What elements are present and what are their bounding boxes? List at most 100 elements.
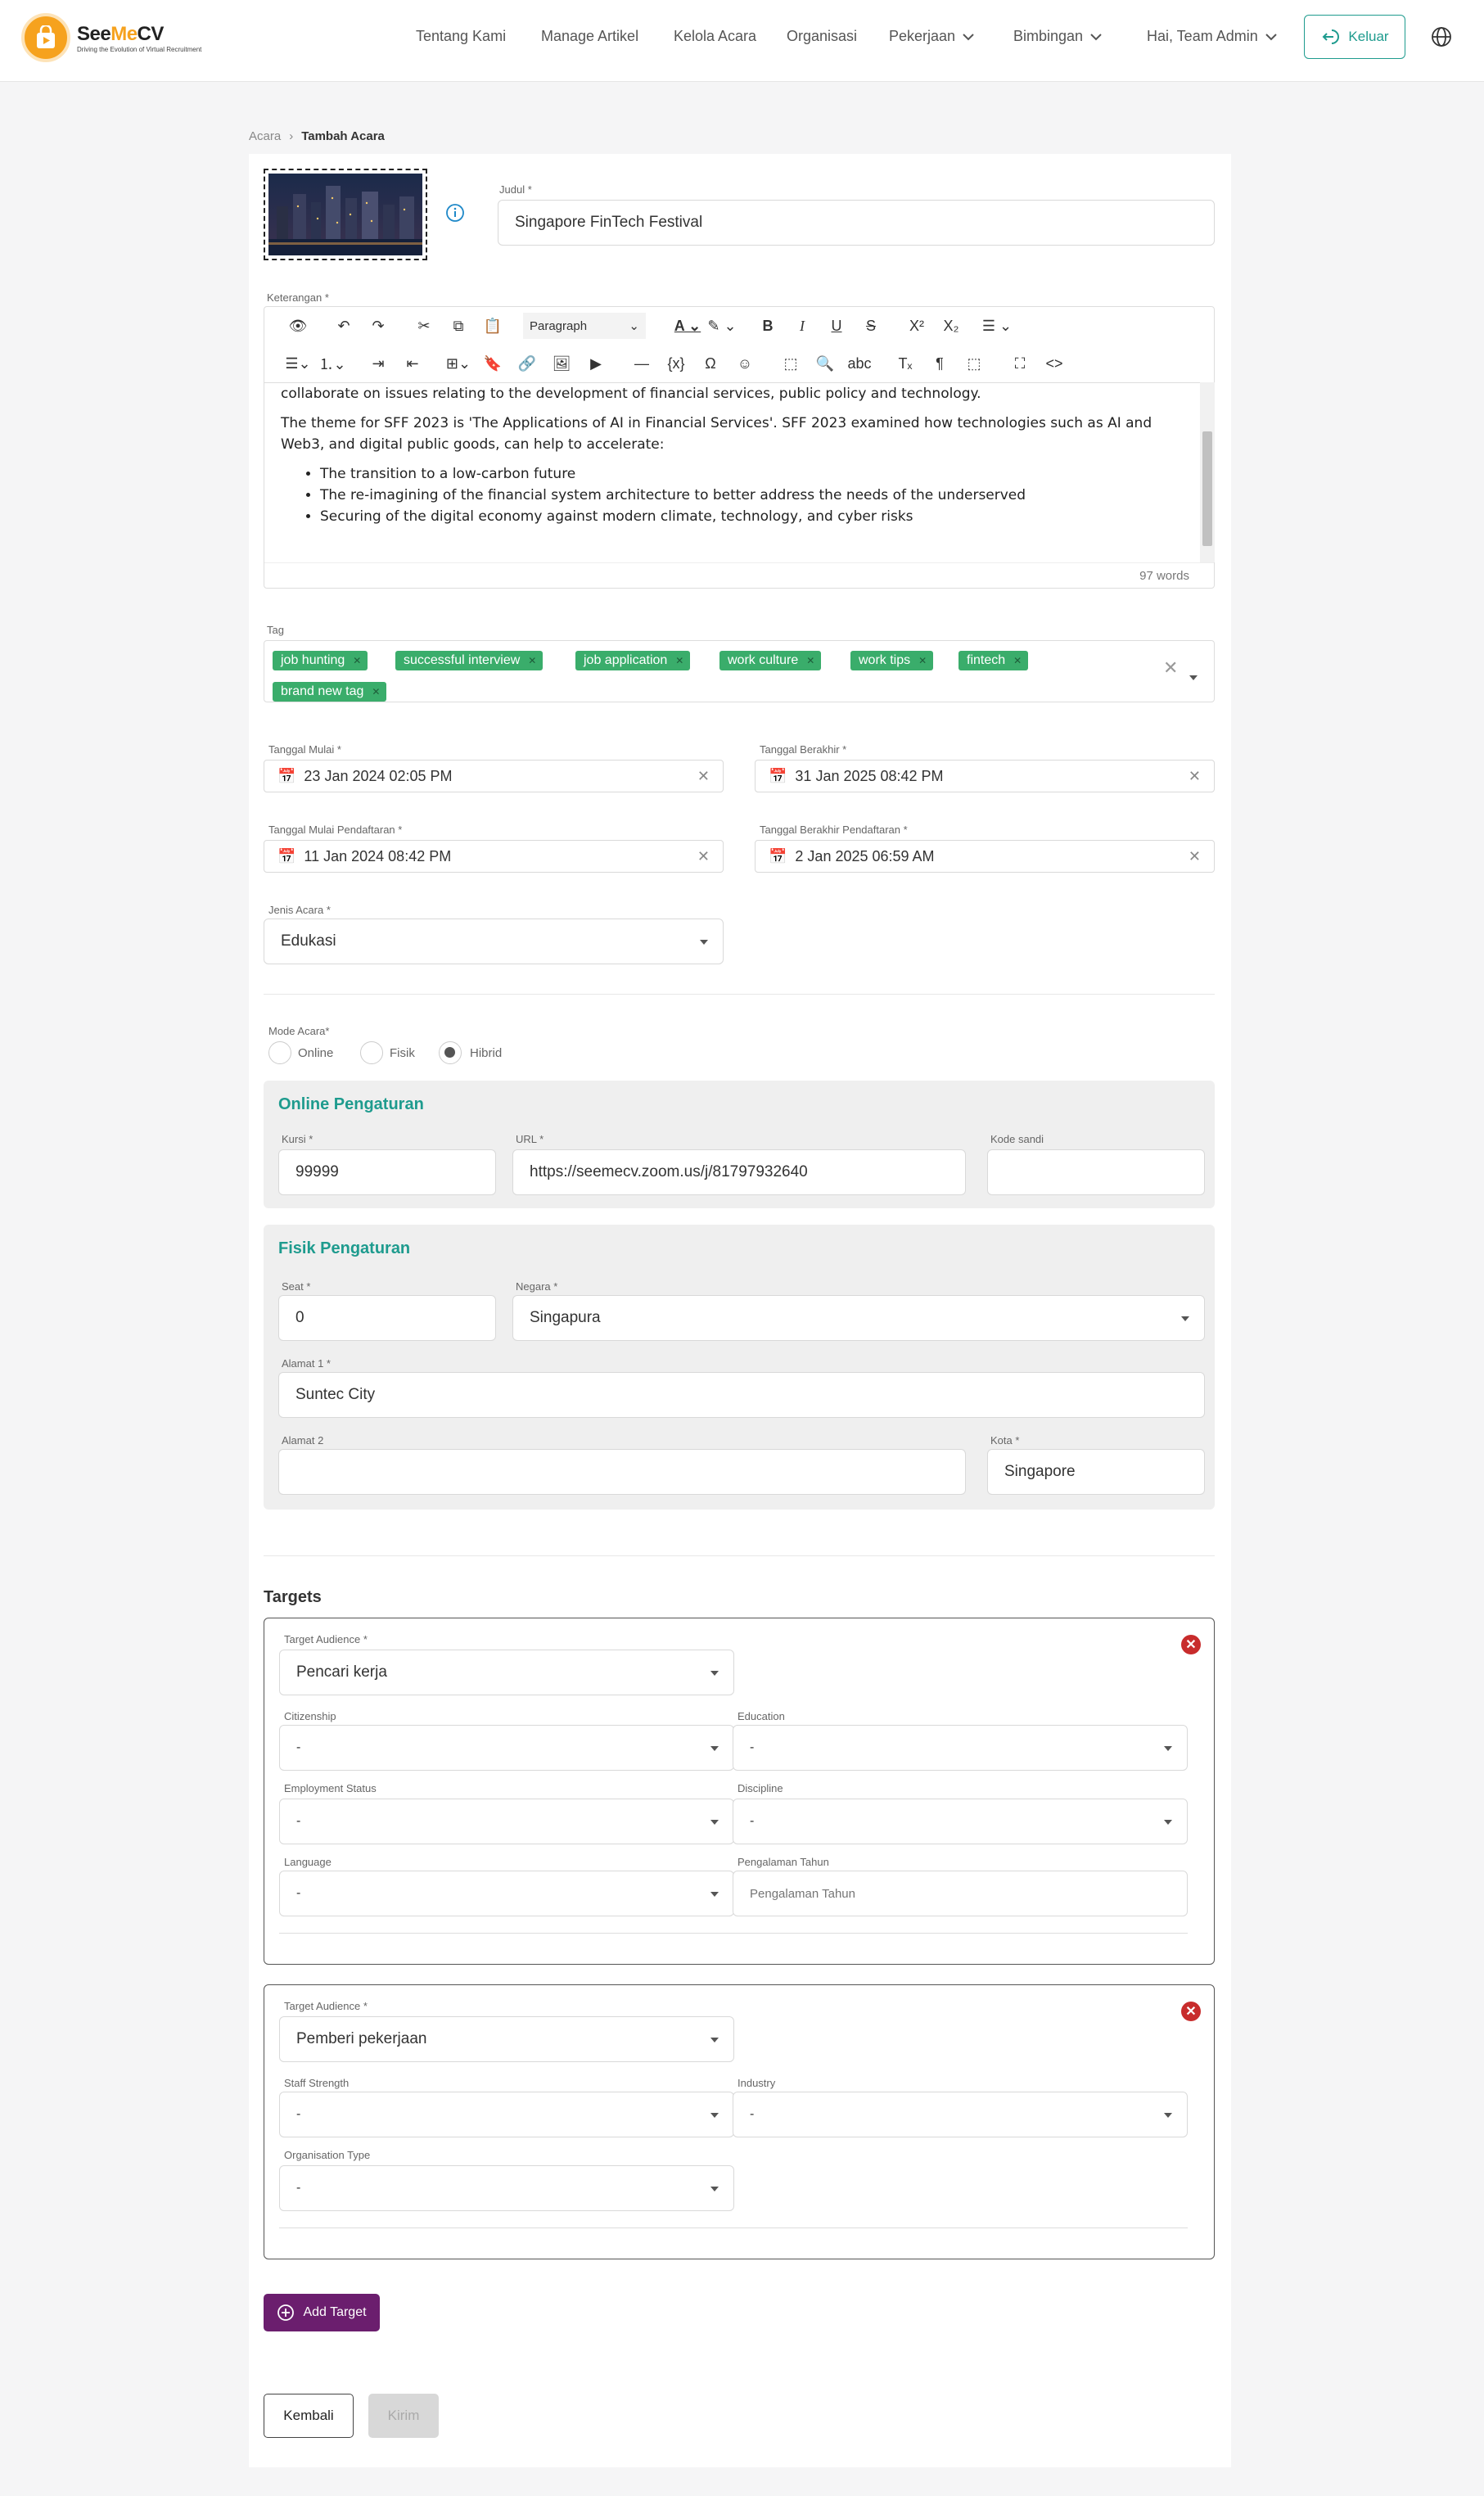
clear-icon[interactable]: ✕ — [1189, 848, 1201, 865]
mode-hibrid-radio[interactable] — [439, 1041, 462, 1064]
numbered-list-icon[interactable]: ⒈⌄ — [315, 350, 350, 377]
education-select[interactable]: - — [733, 1725, 1188, 1771]
tag-remove-icon[interactable]: ✕ — [353, 651, 361, 670]
cut-icon[interactable]: ✂ — [407, 313, 441, 339]
language-select[interactable]: - — [279, 1871, 734, 1916]
reg-end-date-picker[interactable]: 📅 2 Jan 2025 06:59 AM ✕ — [755, 840, 1215, 873]
emoji-icon[interactable]: ☺ — [728, 350, 762, 377]
horizontal-rule-icon[interactable]: — — [625, 350, 659, 377]
info-icon[interactable] — [445, 203, 465, 223]
reg-start-date-picker[interactable]: 📅 11 Jan 2024 08:42 PM ✕ — [264, 840, 724, 873]
address1-input[interactable]: Suntec City — [278, 1372, 1205, 1418]
back-button[interactable]: Kembali — [264, 2394, 354, 2438]
seats-input[interactable]: 99999 — [278, 1149, 496, 1195]
audience-select[interactable]: Pemberi pekerjaan — [279, 2016, 734, 2062]
blocks-icon[interactable]: ⬚ — [957, 350, 991, 377]
audience-select[interactable]: Pencari kerja — [279, 1650, 734, 1695]
mode-fisik-radio[interactable] — [360, 1041, 383, 1064]
table-icon[interactable]: ⊞⌄ — [441, 350, 476, 377]
bullet-list-icon[interactable]: ☰⌄ — [281, 350, 315, 377]
clear-format-icon[interactable]: Tₓ — [888, 350, 922, 377]
tag-remove-icon[interactable]: ✕ — [528, 651, 536, 670]
submit-button[interactable]: Kirim — [368, 2394, 439, 2438]
preview-eye-icon[interactable]: 👁 — [281, 313, 315, 339]
paragraph-mark-icon[interactable]: ¶ — [922, 350, 957, 377]
discipline-select[interactable]: - — [733, 1799, 1188, 1844]
bold-icon[interactable]: B — [751, 313, 785, 339]
paste-icon[interactable]: 📋 — [476, 313, 510, 339]
title-input[interactable]: Singapore FinTech Festival — [498, 200, 1215, 246]
code-variable-icon[interactable]: {x} — [659, 350, 693, 377]
spellcheck-icon[interactable]: abc — [842, 350, 877, 377]
special-char-icon[interactable]: Ω — [693, 350, 728, 377]
end-date-picker[interactable]: 📅 31 Jan 2025 08:42 PM ✕ — [755, 760, 1215, 792]
nav-kelola-acara[interactable]: Kelola Acara — [674, 28, 756, 45]
editor-scrollbar[interactable] — [1200, 382, 1215, 562]
org-type-select[interactable]: - — [279, 2165, 734, 2211]
image-icon[interactable]: 🖼 — [544, 350, 579, 377]
start-date-picker[interactable]: 📅 23 Jan 2024 02:05 PM ✕ — [264, 760, 724, 792]
brand-logo[interactable]: SeeMeCV Driving the Evolution of Virtual… — [21, 13, 201, 62]
underline-icon[interactable]: U — [819, 313, 854, 339]
link-icon[interactable]: 🔗 — [510, 350, 544, 377]
outdent-icon[interactable]: ⇤ — [395, 350, 430, 377]
nav-manage-artikel[interactable]: Manage Artikel — [541, 28, 638, 45]
media-icon[interactable]: ▶ — [579, 350, 613, 377]
event-type-select[interactable]: Edukasi — [264, 919, 724, 964]
globe-icon[interactable] — [1431, 26, 1452, 47]
experience-input[interactable] — [733, 1871, 1188, 1916]
seat-input[interactable]: 0 — [278, 1295, 496, 1341]
tag-remove-icon[interactable]: ✕ — [918, 651, 927, 670]
nav-organisasi[interactable]: Organisasi — [787, 28, 857, 45]
superscript-icon[interactable]: X² — [900, 313, 934, 339]
select-all-icon[interactable]: ⬚ — [774, 350, 808, 377]
italic-icon[interactable]: I — [785, 313, 819, 339]
nav-user-menu[interactable]: Hai, Team Admin — [1147, 28, 1278, 45]
city-input[interactable]: Singapore — [987, 1449, 1205, 1495]
tag-remove-icon[interactable]: ✕ — [372, 682, 380, 702]
employment-select[interactable]: - — [279, 1799, 734, 1844]
highlight-icon[interactable]: ✎ ⌄ — [705, 313, 739, 339]
clear-icon[interactable]: ✕ — [697, 768, 710, 785]
redo-icon[interactable]: ↷ — [361, 313, 395, 339]
clear-tags-icon[interactable]: ✕ — [1163, 657, 1178, 679]
editor-content[interactable]: collaborate on issues relating to the de… — [264, 382, 1200, 562]
remove-target-icon[interactable]: ✕ — [1181, 1635, 1201, 1654]
mode-online-radio[interactable] — [268, 1041, 291, 1064]
tag-remove-icon[interactable]: ✕ — [806, 651, 814, 670]
tag-remove-icon[interactable]: ✕ — [675, 651, 683, 670]
clear-icon[interactable]: ✕ — [697, 848, 710, 865]
undo-icon[interactable]: ↶ — [327, 313, 361, 339]
indent-icon[interactable]: ⇥ — [361, 350, 395, 377]
font-color-icon[interactable]: A ⌄ — [670, 313, 705, 339]
breadcrumb-parent[interactable]: Acara — [249, 129, 281, 143]
staff-strength-select[interactable]: - — [279, 2092, 734, 2137]
paragraph-select[interactable]: Paragraph ⌄ — [523, 313, 646, 339]
nav-tentang-kami[interactable]: Tentang Kami — [416, 28, 506, 45]
url-input[interactable]: https://seemecv.zoom.us/j/81797932640 — [512, 1149, 966, 1195]
tag-select[interactable]: job hunting ✕ successful interview ✕ job a… — [264, 640, 1215, 702]
clear-icon[interactable]: ✕ — [1189, 768, 1201, 785]
password-input[interactable] — [987, 1149, 1205, 1195]
tag-remove-icon[interactable]: ✕ — [1013, 651, 1022, 670]
address2-input[interactable] — [278, 1449, 966, 1495]
nav-pekerjaan[interactable]: Pekerjaan — [889, 28, 975, 45]
logout-button[interactable]: Keluar — [1304, 15, 1405, 59]
subscript-icon[interactable]: X₂ — [934, 313, 968, 339]
remove-target-icon[interactable]: ✕ — [1181, 2002, 1201, 2021]
editor-scrollbar-thumb[interactable] — [1202, 431, 1212, 546]
nav-bimbingan[interactable]: Bimbingan — [1013, 28, 1103, 45]
source-code-icon[interactable]: <> — [1037, 350, 1071, 377]
industry-select[interactable]: - — [733, 2092, 1188, 2137]
add-target-button[interactable]: Add Target — [264, 2294, 380, 2331]
strikethrough-icon[interactable]: S — [854, 313, 888, 339]
find-icon[interactable]: 🔍 — [808, 350, 842, 377]
chevron-down-icon[interactable] — [1189, 675, 1198, 680]
event-image-upload[interactable] — [264, 169, 427, 260]
align-icon[interactable]: ☰ ⌄ — [980, 313, 1014, 339]
fullscreen-icon[interactable]: ⛶ — [1003, 350, 1037, 377]
copy-icon[interactable]: ⧉ — [441, 313, 476, 339]
country-select[interactable]: Singapura — [512, 1295, 1205, 1341]
citizenship-select[interactable]: - — [279, 1725, 734, 1771]
bookmark-icon[interactable]: 🔖 — [476, 350, 510, 377]
